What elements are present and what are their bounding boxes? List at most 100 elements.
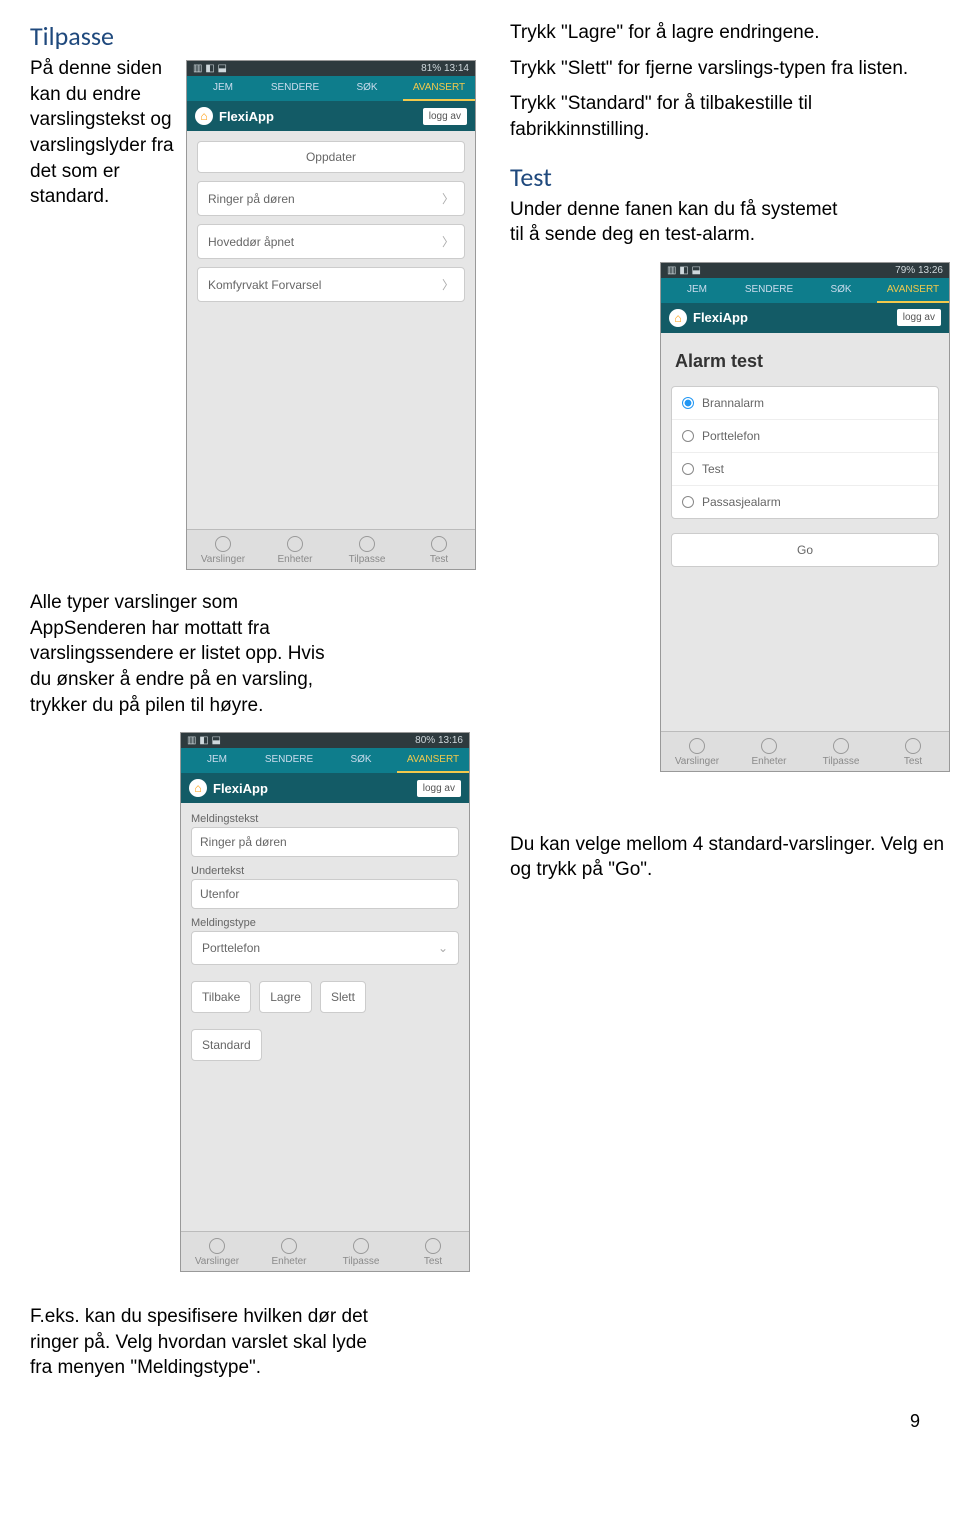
nav-tilpasse[interactable]: Tilpasse [805, 732, 877, 771]
chevron-right-icon: 〉 [442, 233, 454, 250]
varslinger-icon [215, 536, 231, 552]
nav-varslinger[interactable]: Varslinger [187, 530, 259, 569]
status-bar: ▥ ◧ ⬓ 79% 13:26 [661, 263, 949, 278]
bottom-nav: Varslinger Enheter Tilpasse Test [661, 731, 949, 771]
option-passasjealarm[interactable]: Passasjealarm [672, 486, 938, 518]
title-bar: ⌂ FlexiApp logg av [661, 303, 949, 333]
home-icon[interactable]: ⌂ [669, 309, 687, 327]
tab-sendere[interactable]: SENDERE [259, 76, 331, 101]
option-brannalarm[interactable]: Brannalarm [672, 387, 938, 420]
input-meldingstekst[interactable]: Ringer på døren [191, 827, 459, 857]
chevron-down-icon: ⌄ [438, 941, 448, 955]
title-bar: ⌂ FlexiApp logg av [181, 773, 469, 803]
logoff-button[interactable]: logg av [423, 108, 467, 125]
tab-sendere[interactable]: SENDERE [253, 748, 325, 773]
title-bar: ⌂ FlexiApp logg av [187, 101, 475, 131]
bottom-nav: Varslinger Enheter Tilpasse Test [187, 529, 475, 569]
nav-varslinger[interactable]: Varslinger [181, 1232, 253, 1271]
tilpasse-description-3: F.eks. kan du spesifisere hvilken dør de… [30, 1304, 370, 1381]
app-title: FlexiApp [219, 109, 274, 124]
tab-jem[interactable]: JEM [661, 278, 733, 303]
go-button[interactable]: Go [671, 533, 939, 567]
alarm-test-title: Alarm test [675, 351, 935, 372]
tab-jem[interactable]: JEM [181, 748, 253, 773]
tab-sok[interactable]: SØK [325, 748, 397, 773]
nav-enheter[interactable]: Enheter [733, 732, 805, 771]
option-test[interactable]: Test [672, 453, 938, 486]
nav-test[interactable]: Test [877, 732, 949, 771]
logoff-button[interactable]: logg av [897, 309, 941, 326]
radio-icon [682, 430, 694, 442]
status-right: 80% 13:16 [415, 735, 463, 746]
logoff-button[interactable]: logg av [417, 780, 461, 797]
tab-sendere[interactable]: SENDERE [733, 278, 805, 303]
select-value: Porttelefon [202, 941, 260, 955]
test-icon [905, 738, 921, 754]
top-tabs: JEM SENDERE SØK AVANSERT [661, 278, 949, 303]
test-icon [431, 536, 447, 552]
right-p2: Trykk "Slett" for fjerne varslings-typen… [510, 56, 950, 82]
save-button[interactable]: Lagre [259, 981, 312, 1013]
tab-sok[interactable]: SØK [805, 278, 877, 303]
status-bar: ▥ ◧ ⬓ 80% 13:16 [181, 733, 469, 748]
section-heading-tilpasse: Tilpasse [30, 20, 470, 52]
section-heading-test: Test [510, 161, 950, 193]
nav-varslinger[interactable]: Varslinger [661, 732, 733, 771]
nav-tilpasse[interactable]: Tilpasse [331, 530, 403, 569]
label-undertekst: Undertekst [191, 865, 459, 877]
label-meldingstekst: Meldingstekst [191, 813, 459, 825]
alert-row[interactable]: Komfyrvakt Forvarsel 〉 [197, 267, 465, 302]
tab-avansert[interactable]: AVANSERT [877, 278, 949, 303]
home-icon[interactable]: ⌂ [189, 779, 207, 797]
status-icons-left: ▥ ◧ ⬓ [187, 735, 221, 746]
tilpasse-description-2: Alle typer varslinger som AppSenderen ha… [30, 590, 330, 718]
input-undertekst[interactable]: Utenfor [191, 879, 459, 909]
alert-row[interactable]: Ringer på døren 〉 [197, 181, 465, 216]
home-icon[interactable]: ⌂ [195, 107, 213, 125]
enheter-icon [281, 1238, 297, 1254]
test-description: Under denne fanen kan du få systemet til… [510, 197, 840, 248]
option-porttelefon[interactable]: Porttelefon [672, 420, 938, 453]
status-bar: ▥ ◧ ⬓ 81% 13:14 [187, 61, 475, 76]
nav-enheter[interactable]: Enheter [253, 1232, 325, 1271]
status-right: 79% 13:26 [895, 265, 943, 276]
tilpasse-description: På denne siden kan du endre varslingstek… [30, 56, 180, 210]
nav-enheter[interactable]: Enheter [259, 530, 331, 569]
alert-label: Hoveddør åpnet [208, 235, 294, 249]
nav-tilpasse[interactable]: Tilpasse [325, 1232, 397, 1271]
update-button[interactable]: Oppdater [197, 141, 465, 173]
tilpasse-icon [833, 738, 849, 754]
app-title: FlexiApp [213, 781, 268, 796]
screenshot-tilpasse-edit: ▥ ◧ ⬓ 80% 13:16 JEM SENDERE SØK AVANSERT… [180, 732, 470, 1272]
tilpasse-icon [353, 1238, 369, 1254]
status-icons-left: ▥ ◧ ⬓ [193, 63, 227, 74]
right-p1: Trykk "Lagre" for å lagre endringene. [510, 20, 950, 46]
alert-label: Ringer på døren [208, 192, 295, 206]
alert-row[interactable]: Hoveddør åpnet 〉 [197, 224, 465, 259]
alarm-options: Brannalarm Porttelefon Test Passasjealar… [671, 386, 939, 519]
status-right: 81% 13:14 [421, 63, 469, 74]
back-button[interactable]: Tilbake [191, 981, 251, 1013]
tab-avansert[interactable]: AVANSERT [403, 76, 475, 101]
delete-button[interactable]: Slett [320, 981, 366, 1013]
page-number: 9 [30, 1411, 930, 1432]
label-meldingstype: Meldingstype [191, 917, 459, 929]
top-tabs: JEM SENDERE SØK AVANSERT [187, 76, 475, 101]
standard-button[interactable]: Standard [191, 1029, 262, 1061]
screenshot-alarm-test: ▥ ◧ ⬓ 79% 13:26 JEM SENDERE SØK AVANSERT… [660, 262, 950, 772]
alert-label: Komfyrvakt Forvarsel [208, 278, 321, 292]
tab-jem[interactable]: JEM [187, 76, 259, 101]
nav-test[interactable]: Test [403, 530, 475, 569]
status-icons-left: ▥ ◧ ⬓ [667, 265, 701, 276]
app-title: FlexiApp [693, 310, 748, 325]
select-meldingstype[interactable]: Porttelefon ⌄ [191, 931, 459, 965]
screenshot-tilpasse-list: ▥ ◧ ⬓ 81% 13:14 JEM SENDERE SØK AVANSERT… [186, 60, 476, 570]
tab-sok[interactable]: SØK [331, 76, 403, 101]
chevron-right-icon: 〉 [442, 276, 454, 293]
tab-avansert[interactable]: AVANSERT [397, 748, 469, 773]
radio-icon [682, 496, 694, 508]
nav-test[interactable]: Test [397, 1232, 469, 1271]
radio-icon [682, 463, 694, 475]
enheter-icon [761, 738, 777, 754]
test-icon [425, 1238, 441, 1254]
